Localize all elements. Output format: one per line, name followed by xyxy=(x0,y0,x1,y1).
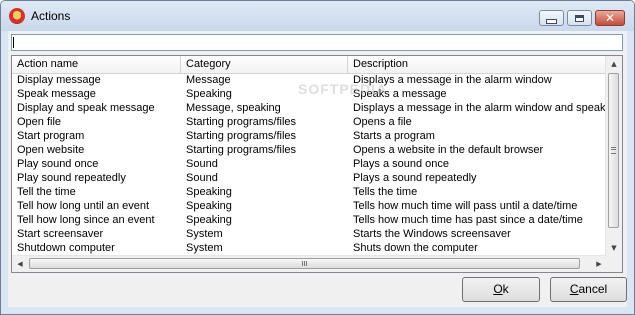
ok-label-rest: k xyxy=(502,282,509,296)
category-cell: Message xyxy=(186,74,231,86)
vertical-scroll-thumb[interactable] xyxy=(608,73,619,228)
maximize-icon xyxy=(575,14,584,22)
scrollbar-corner xyxy=(606,256,622,272)
action-name-cell: Shutdown computer xyxy=(17,242,115,254)
scroll-right-icon[interactable]: ▶ xyxy=(591,256,607,272)
column-header-action-name[interactable]: Action name xyxy=(12,56,181,73)
description-cell: Displays a message in the alarm window xyxy=(353,74,552,86)
list-item[interactable]: Tell how long since an event Speaking Tell… xyxy=(12,213,607,227)
action-name-cell: Start program xyxy=(17,130,85,142)
list-item[interactable]: Play sound repeatedly Sound Plays a sound … xyxy=(12,171,607,185)
description-cell: Plays a sound once xyxy=(353,158,450,170)
vertical-scrollbar[interactable]: ▲ ▼ xyxy=(605,56,622,256)
description-cell: Starts the Windows screensaver xyxy=(353,228,511,240)
category-cell: Starting programs/files xyxy=(186,144,297,156)
alarm-clock-icon xyxy=(9,8,25,24)
ok-accelerator: O xyxy=(493,282,503,296)
column-header-description[interactable]: Description xyxy=(348,56,607,73)
action-name-cell: Play sound once xyxy=(17,158,99,170)
category-cell: Message, speaking xyxy=(186,102,281,114)
list-rows: Display message Message Displays a message… xyxy=(12,73,607,256)
description-cell: Starts a program xyxy=(353,130,435,142)
description-cell: Tells how much time will pass until a da… xyxy=(353,200,578,212)
list-item[interactable]: Tell the time Speaking Tells the time xyxy=(12,185,607,199)
list-item[interactable]: Start screensaver System Starts the Window… xyxy=(12,227,607,241)
close-button[interactable]: ✕ xyxy=(595,10,625,26)
text-caret xyxy=(13,37,14,48)
scroll-down-icon[interactable]: ▼ xyxy=(606,240,622,256)
category-cell: System xyxy=(186,242,223,254)
ok-button[interactable]: Ok xyxy=(462,277,540,302)
filter-input[interactable] xyxy=(11,34,623,51)
horizontal-scroll-thumb[interactable] xyxy=(29,258,580,269)
scroll-left-icon[interactable]: ◀ xyxy=(12,256,28,272)
description-cell: Tells the time xyxy=(353,186,418,198)
actions-list: Action name Category Description Display… xyxy=(11,55,623,273)
category-cell: Speaking xyxy=(186,88,232,100)
cancel-label-rest: ancel xyxy=(578,282,608,296)
list-item[interactable]: Play sound once Sound Plays a sound once xyxy=(12,157,607,171)
actions-window: Actions ✕ Action name Category Descripti… xyxy=(0,0,635,315)
list-item[interactable]: Start program Starting programs/files Star… xyxy=(12,129,607,143)
category-cell: Starting programs/files xyxy=(186,130,297,142)
action-name-cell: Start screensaver xyxy=(17,228,104,240)
grip-icon xyxy=(611,147,616,154)
title-bar[interactable]: Actions ✕ xyxy=(1,1,634,31)
description-cell: Plays a sound repeatedly xyxy=(353,172,477,184)
grip-icon xyxy=(302,261,307,266)
category-cell: System xyxy=(186,228,223,240)
action-name-cell: Tell how long until an event xyxy=(17,200,150,212)
description-cell: Opens a file xyxy=(353,116,412,128)
scroll-up-icon[interactable]: ▲ xyxy=(606,56,622,72)
list-item[interactable]: Open file Starting programs/files Opens a … xyxy=(12,115,607,129)
action-name-cell: Open website xyxy=(17,144,85,156)
minimize-button[interactable] xyxy=(539,10,564,26)
minimize-icon xyxy=(546,18,557,24)
close-icon: ✕ xyxy=(604,11,616,25)
action-name-cell: Tell the time xyxy=(17,186,76,198)
horizontal-scrollbar[interactable]: ◀ ▶ xyxy=(12,255,607,272)
action-name-cell: Tell how long since an event xyxy=(17,214,155,226)
category-cell: Sound xyxy=(186,158,218,170)
list-item[interactable]: Speak message Speaking Speaks a message xyxy=(12,87,607,101)
category-cell: Speaking xyxy=(186,186,232,198)
category-cell: Speaking xyxy=(186,214,232,226)
cancel-button[interactable]: Cancel xyxy=(550,277,627,302)
action-name-cell: Display message xyxy=(17,74,101,86)
column-header-category[interactable]: Category xyxy=(181,56,348,73)
description-cell: Opens a website in the default browser xyxy=(353,144,544,156)
list-item[interactable]: Shutdown computer System Shuts down the co… xyxy=(12,241,607,255)
list-item[interactable]: Open website Starting programs/files Opens… xyxy=(12,143,607,157)
window-title: Actions xyxy=(31,9,71,23)
list-item[interactable]: Display message Message Displays a message… xyxy=(12,73,607,87)
maximize-button[interactable] xyxy=(567,10,592,26)
category-cell: Sound xyxy=(186,172,218,184)
description-cell: Displays a message in the alarm window a… xyxy=(353,102,607,114)
description-cell: Shuts down the computer xyxy=(353,242,478,254)
action-name-cell: Open file xyxy=(17,116,62,128)
description-cell: Speaks a message xyxy=(353,88,447,100)
category-cell: Speaking xyxy=(186,200,232,212)
list-item[interactable]: Display and speak message Message, speaki… xyxy=(12,101,607,115)
dialog-client-area: Action name Category Description Display… xyxy=(8,31,627,307)
action-name-cell: Display and speak message xyxy=(17,102,155,114)
list-item[interactable]: Tell how long until an event Speaking Tell… xyxy=(12,199,607,213)
category-cell: Starting programs/files xyxy=(186,116,297,128)
action-name-cell: Play sound repeatedly xyxy=(17,172,126,184)
list-header: Action name Category Description xyxy=(12,56,607,74)
action-name-cell: Speak message xyxy=(17,88,96,100)
description-cell: Tells how much time has past since a dat… xyxy=(353,214,583,226)
